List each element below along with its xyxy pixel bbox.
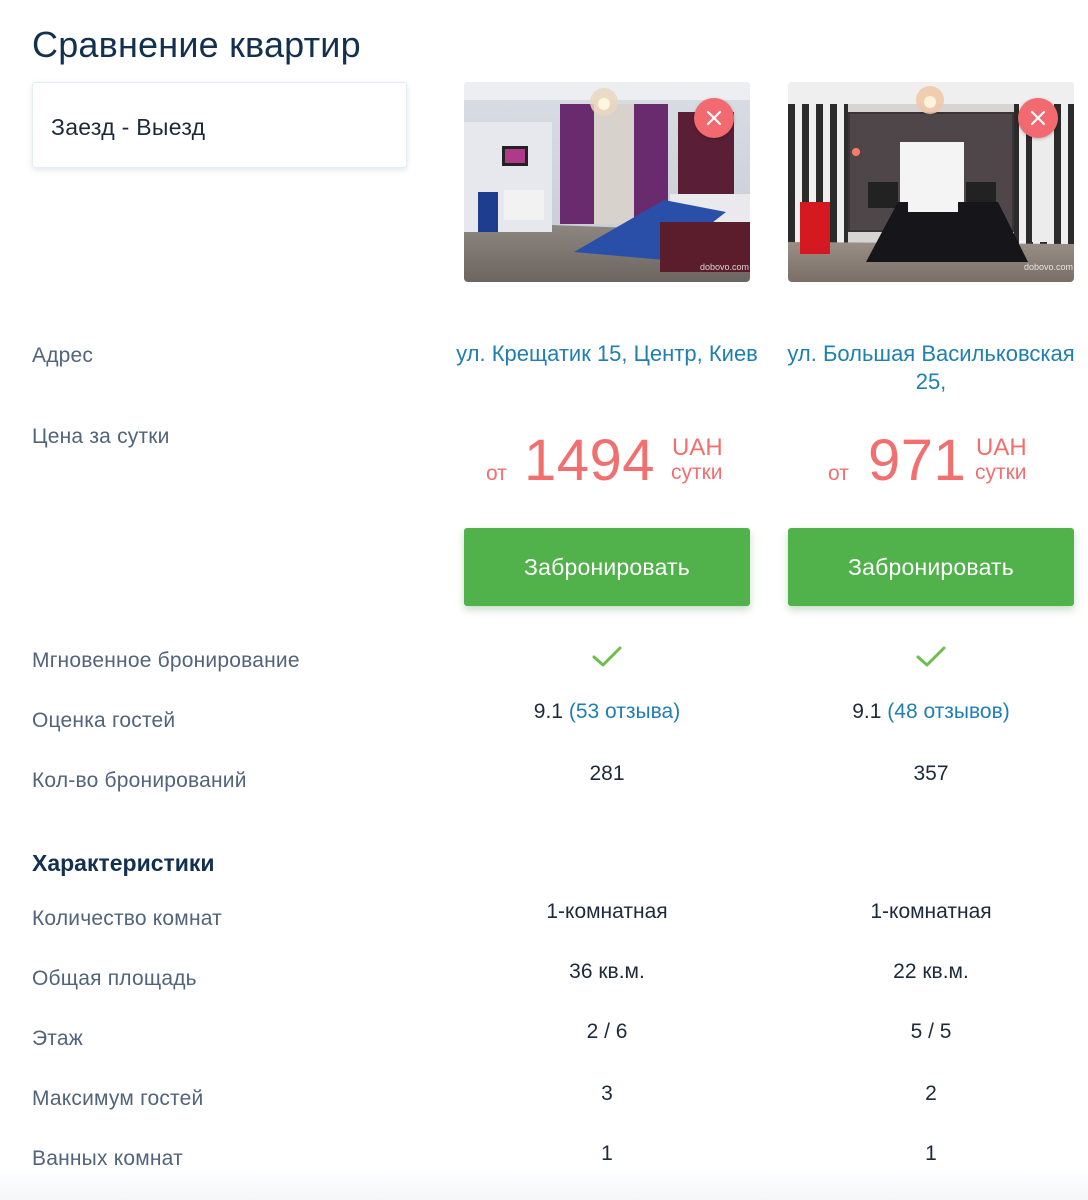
label-bathrooms: Ванных комнат [32,1147,183,1170]
label-max-guests: Максимум гостей [32,1087,204,1110]
price-value: 971 [868,428,967,493]
rating-score: 9.1 [852,700,882,723]
bathrooms-value: 1 [601,1142,613,1165]
guest-rating: 9.1 (48 отзывов) [788,700,1074,724]
label-price: Цена за сутки [32,425,170,448]
area-value: 36 кв.м. [569,960,645,983]
apartment-column: dobovo.com ул. Большая Васильковская 25,… [787,0,1075,1200]
label-rooms: Количество комнат [32,907,222,930]
price-block: от 1494 UAH сутки [464,420,750,500]
label-instant-booking: Мгновенное бронирование [32,649,300,672]
page-title: Сравнение квартир [32,24,361,65]
label-floor: Этаж [32,1027,84,1050]
max-guests-value: 3 [601,1082,613,1105]
photo-watermark: dobovo.com [1024,262,1073,272]
apartment-address-link[interactable]: ул. Крещатик 15, Центр, Киев [454,340,760,368]
checkmark-icon [916,646,946,667]
close-icon [706,110,722,126]
date-range-label: Заезд - Выезд [51,114,206,140]
label-address: Адрес [32,344,94,367]
price-unit: сутки [975,461,1027,484]
price-prefix: от [828,462,849,485]
max-guests-value: 2 [925,1082,937,1105]
date-range-picker[interactable]: Заезд - Выезд [32,82,407,168]
bathrooms-value: 1 [925,1142,937,1165]
bookings-count: 357 [913,762,949,785]
apartment-column: dobovo.com ул. Крещатик 15, Центр, Киев … [456,0,758,1200]
rooms-value: 1-комнатная [870,900,992,923]
remove-apartment-button[interactable] [694,98,734,138]
bookings-count: 281 [589,762,625,785]
photo-watermark: dobovo.com [700,262,749,272]
compare-page: Сравнение квартир Заезд - Выезд Адрес Це… [0,0,1088,1200]
rating-score: 9.1 [533,700,563,723]
price-value: 1494 [524,428,656,493]
close-icon [1030,110,1046,126]
price-unit: сутки [671,461,723,484]
floor-value: 5 / 5 [910,1020,952,1043]
guest-rating: 9.1 (53 отзыва) [464,700,750,724]
price-prefix: от [486,462,507,485]
label-area: Общая площадь [32,967,197,990]
rooms-value: 1-комнатная [546,900,668,923]
reviews-link[interactable]: (53 отзыва) [569,700,680,723]
book-button[interactable]: Забронировать [788,528,1074,606]
book-button[interactable]: Забронировать [464,528,750,606]
price-block: от 971 UAH сутки [788,420,1074,500]
reviews-link[interactable]: (48 отзывов) [887,700,1010,723]
label-guest-rating: Оценка гостей [32,709,176,732]
remove-apartment-button[interactable] [1018,98,1058,138]
area-value: 22 кв.м. [893,960,969,983]
label-bookings-count: Кол-во бронирований [32,769,247,792]
price-currency: UAH [976,434,1027,461]
checkmark-icon [592,646,622,667]
section-heading-characteristics: Характеристики [32,850,215,876]
apartment-address-link[interactable]: ул. Большая Васильковская 25, [778,340,1084,396]
floor-value: 2 / 6 [586,1020,628,1043]
price-currency: UAH [672,434,723,461]
